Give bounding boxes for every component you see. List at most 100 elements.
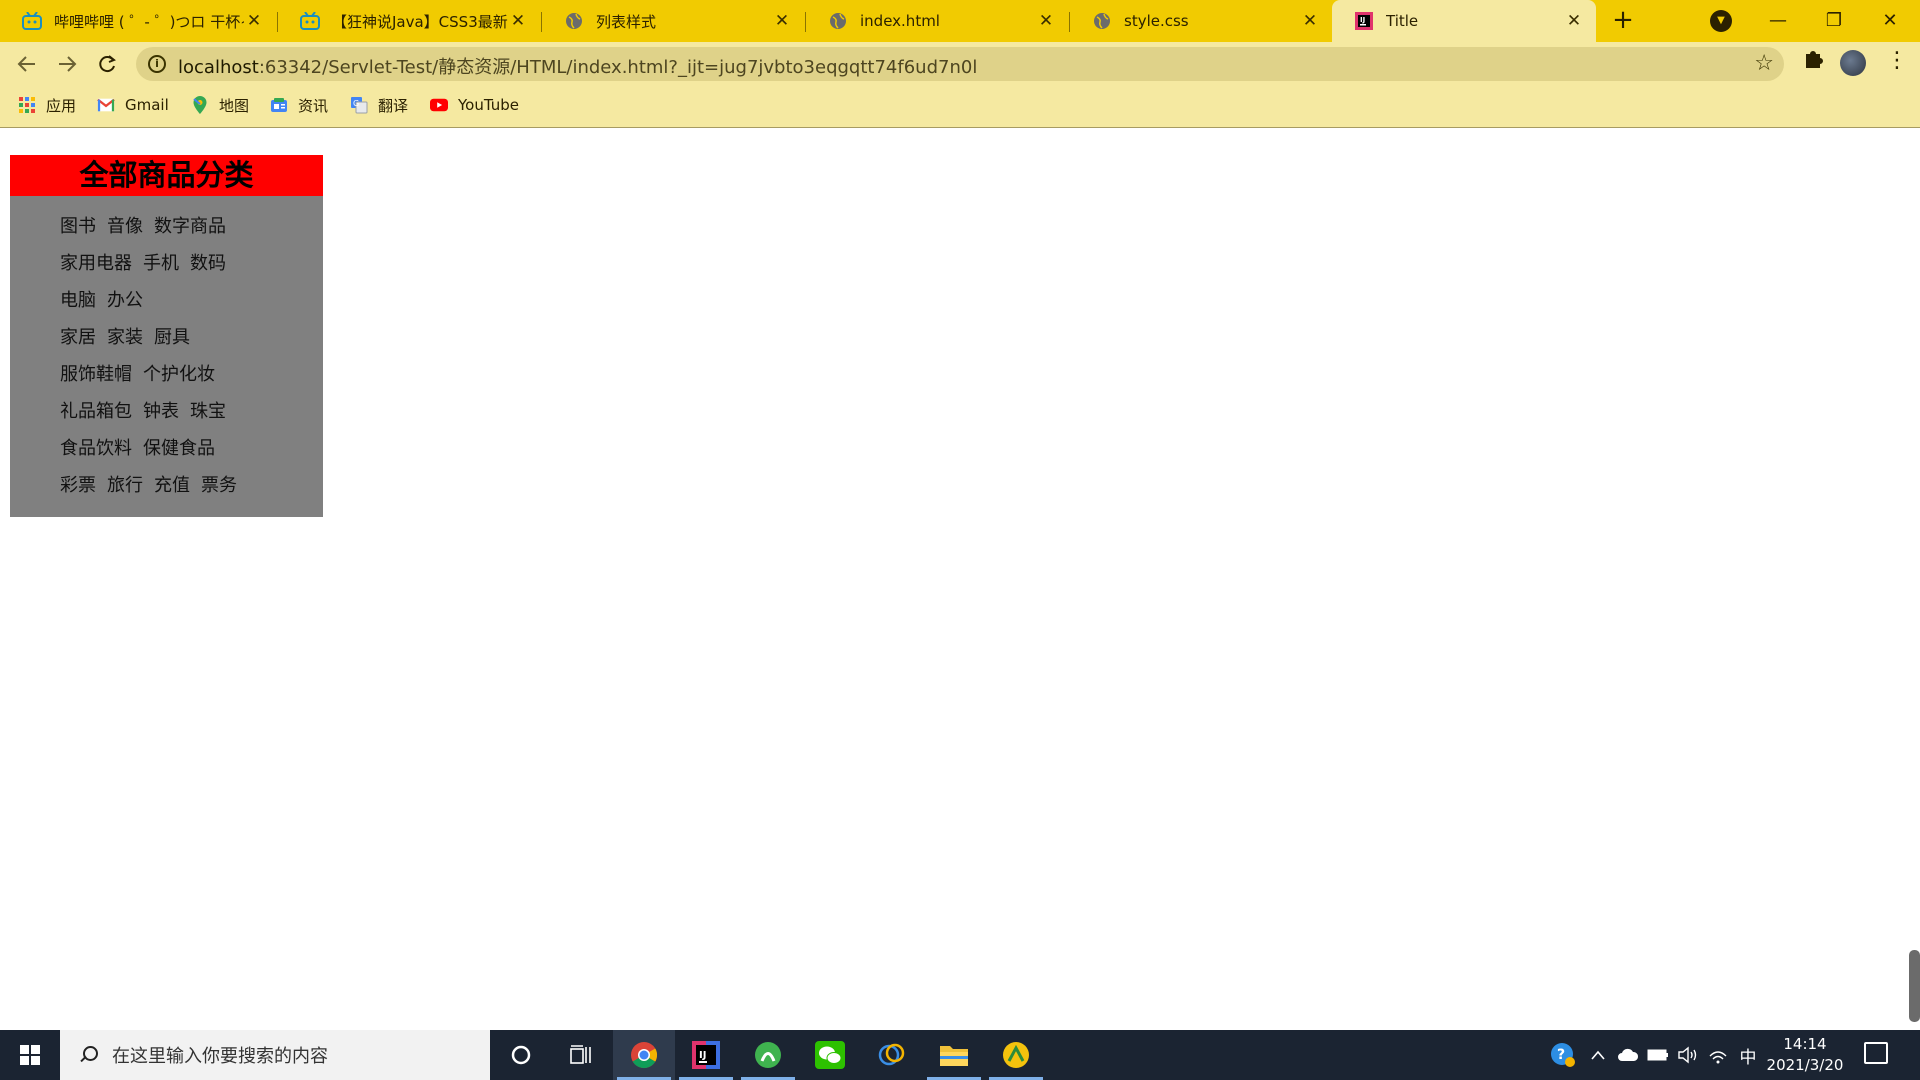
cortana-button[interactable] [490, 1030, 552, 1080]
close-tab-icon[interactable]: ✕ [244, 11, 264, 31]
back-button[interactable] [11, 48, 43, 80]
intellij-icon: IJ [692, 1041, 720, 1069]
taskbar-app-green[interactable] [737, 1030, 799, 1080]
category-link[interactable]: 音像 [107, 216, 143, 237]
category-link[interactable]: 个护化妆 [143, 364, 215, 385]
category-link[interactable]: 手机 [143, 253, 179, 274]
search-input[interactable]: 在这里输入你要搜索的内容 [112, 1042, 328, 1068]
list-item: 家用电器 手机 数码 [60, 245, 323, 282]
tab-title: 列表样式 [596, 12, 657, 31]
circles-app-icon [878, 1043, 905, 1066]
category-link[interactable]: 旅行 [107, 475, 143, 496]
new-tab-button[interactable]: + [1606, 6, 1640, 36]
taskbar-search[interactable]: 在这里输入你要搜索的内容 [60, 1030, 490, 1080]
close-tab-icon[interactable]: ✕ [1300, 11, 1320, 31]
extensions-puzzle-icon[interactable] [1800, 48, 1826, 74]
list-item: 礼品箱包 钟表 珠宝 [60, 393, 323, 430]
category-link[interactable]: 数字商品 [154, 216, 226, 237]
wifi-icon[interactable] [1704, 1030, 1732, 1080]
category-link[interactable]: 家居 [60, 327, 96, 348]
reload-icon [99, 55, 116, 73]
address-bar[interactable]: i localhost:63342/Servlet-Test/静态资源/HTML… [136, 47, 1784, 81]
chrome-icon [631, 1042, 658, 1069]
bookmark-youtube[interactable]: YouTube [430, 94, 519, 116]
task-view-button[interactable] [550, 1030, 612, 1080]
battery-icon[interactable] [1644, 1030, 1672, 1080]
close-tab-icon[interactable]: ✕ [1564, 11, 1584, 31]
tab-title: 【狂神说Java】CSS3最新教 [332, 12, 508, 31]
maps-pin-icon [191, 96, 209, 114]
category-link[interactable]: 票务 [201, 475, 237, 496]
arrow-right-icon [59, 56, 77, 72]
tab-bilibili-home[interactable]: 哔哩哔哩 ( ゜- ゜)つロ 干杯~ ✕ [0, 0, 276, 42]
scrollbar-thumb[interactable] [1909, 950, 1920, 1022]
tab-title: index.html [860, 12, 940, 30]
close-tab-icon[interactable]: ✕ [508, 11, 528, 31]
restore-button[interactable]: ❐ [1806, 0, 1862, 40]
bilibili-icon [300, 11, 320, 31]
list-item: 家居 家装 厨具 [60, 319, 323, 356]
category-link[interactable]: 充值 [154, 475, 190, 496]
category-link[interactable]: 办公 [107, 290, 143, 311]
category-link[interactable]: 厨具 [154, 327, 190, 348]
menu-dots-icon[interactable]: ⋮ [1886, 48, 1908, 76]
category-link[interactable]: 家用电器 [60, 253, 132, 274]
minimize-button[interactable]: — [1750, 0, 1806, 40]
bookmark-label: Gmail [125, 96, 169, 114]
chevron-up-icon[interactable] [1584, 1030, 1612, 1080]
list-item: 电脑 办公 [60, 282, 323, 319]
start-button[interactable] [0, 1030, 60, 1080]
svg-text:?: ? [1557, 1047, 1565, 1063]
taskbar-wechat[interactable] [799, 1030, 861, 1080]
category-link[interactable]: 彩票 [60, 475, 96, 496]
category-panel: 全部商品分类 图书 音像 数字商品 家用电器 手机 数码 电脑 办公 家居 家装 厨具 服饰鞋… [10, 155, 323, 517]
volume-icon[interactable] [1674, 1030, 1702, 1080]
help-tray-icon[interactable]: ? [1546, 1030, 1580, 1080]
category-link[interactable]: 礼品箱包 [60, 401, 132, 422]
close-window-button[interactable]: ✕ [1862, 0, 1918, 40]
category-link[interactable]: 服饰鞋帽 [60, 364, 132, 385]
taskbar-app-yellow[interactable] [985, 1030, 1047, 1080]
news-icon [270, 96, 288, 114]
category-link[interactable]: 电脑 [60, 290, 96, 311]
star-icon[interactable]: ☆ [1754, 51, 1774, 76]
bookmark-news[interactable]: 资讯 [270, 94, 328, 116]
category-link[interactable]: 图书 [60, 216, 96, 237]
tab-index-html[interactable]: index.html ✕ [806, 0, 1068, 42]
taskbar-intellij[interactable]: IJ [675, 1030, 737, 1080]
tab-strip: 哔哩哔哩 ( ゜- ゜)つロ 干杯~ ✕ 【狂神说Java】CSS3最新教 ✕ … [0, 0, 1920, 42]
close-tab-icon[interactable]: ✕ [1036, 11, 1056, 31]
tab-kuangshen-css[interactable]: 【狂神说Java】CSS3最新教 ✕ [278, 0, 540, 42]
list-item: 食品饮料 保健食品 [60, 430, 323, 467]
category-link[interactable]: 珠宝 [190, 401, 226, 422]
bookmark-apps[interactable]: 应用 [18, 94, 76, 116]
apps-grid-icon [18, 96, 36, 114]
forward-button[interactable] [51, 48, 83, 80]
info-icon[interactable]: i [148, 55, 166, 73]
category-link[interactable]: 家装 [107, 327, 143, 348]
taskbar-file-explorer[interactable] [923, 1030, 985, 1080]
clock[interactable]: 14:14 2021/3/20 [1766, 1034, 1844, 1076]
profile-avatar[interactable] [1840, 50, 1866, 76]
tab-title-active[interactable]: IJ Title ✕ [1332, 0, 1596, 42]
taskbar-app-circles[interactable] [861, 1030, 923, 1080]
bookmark-translate[interactable]: G 翻译 [350, 94, 408, 116]
ime-indicator[interactable]: 中 [1734, 1030, 1762, 1080]
category-list: 图书 音像 数字商品 家用电器 手机 数码 电脑 办公 家居 家装 厨具 服饰鞋帽 个护化妆 礼… [10, 196, 323, 504]
notification-icon[interactable] [1864, 1042, 1888, 1064]
taskbar-chrome[interactable] [613, 1030, 675, 1080]
bookmark-label: 翻译 [378, 96, 409, 115]
bookmark-maps[interactable]: 地图 [191, 94, 249, 116]
onedrive-cloud-icon[interactable] [1614, 1030, 1642, 1080]
close-tab-icon[interactable]: ✕ [772, 11, 792, 31]
tab-list-style[interactable]: 列表样式 ✕ [542, 0, 804, 42]
tab-search-icon[interactable]: ▼ [1710, 10, 1732, 32]
tab-style-css[interactable]: style.css ✕ [1070, 0, 1332, 42]
svg-text:IJ: IJ [1360, 16, 1365, 24]
category-link[interactable]: 保健食品 [143, 438, 215, 459]
bookmark-gmail[interactable]: Gmail [97, 94, 169, 116]
category-link[interactable]: 数码 [190, 253, 226, 274]
category-link[interactable]: 钟表 [143, 401, 179, 422]
category-link[interactable]: 食品饮料 [60, 438, 132, 459]
reload-button[interactable] [91, 48, 123, 80]
